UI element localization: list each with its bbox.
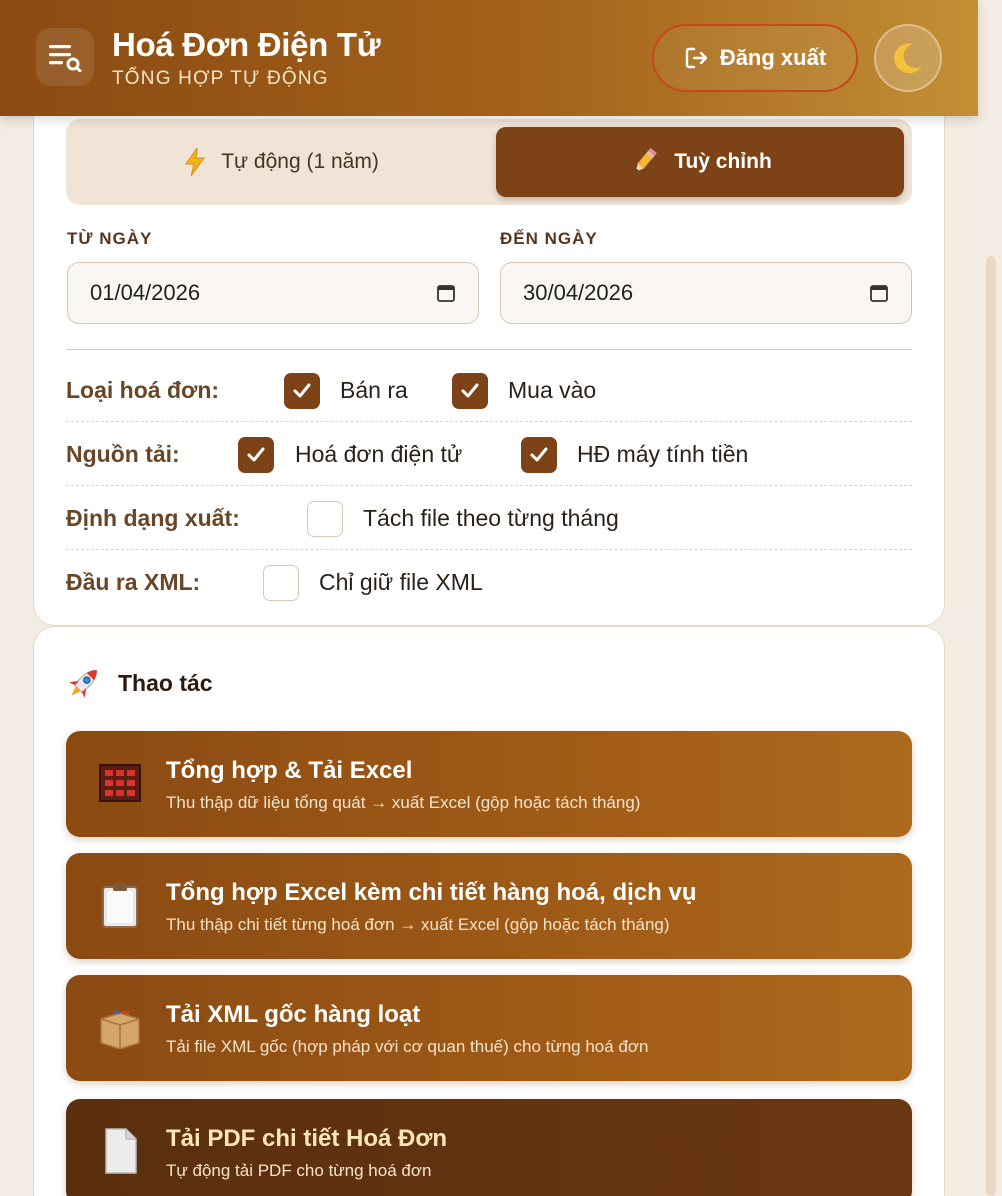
calendar-icon[interactable]	[436, 283, 456, 303]
action-description: Thu thập dữ liệu tổng quát → xuất Excel …	[166, 793, 641, 812]
logout-label: Đăng xuất	[719, 45, 827, 70]
clipboard-icon	[102, 883, 138, 928]
check-icon	[247, 447, 265, 462]
section-divider	[66, 349, 912, 350]
checkbox-sales-label[interactable]: Bán ra	[340, 377, 408, 404]
checkbox-cash-register[interactable]	[521, 437, 557, 473]
source-row: Nguồn tải:	[66, 429, 180, 479]
action-title: Tải PDF chi tiết Hoá Đơn	[166, 1125, 448, 1152]
xml-output-row: Đầu ra XML:	[66, 557, 200, 607]
export-format-label: Định dạng xuất:	[66, 504, 240, 531]
summary-excel-button[interactable]: Tổng hợp & Tải Excel Thu thập dữ liệu tổ…	[66, 731, 912, 837]
to-date-label: ĐẾN NGÀY	[500, 229, 598, 248]
package-icon	[100, 1011, 140, 1050]
logout-button[interactable]: Đăng xuất	[652, 24, 858, 92]
logout-icon	[685, 47, 708, 69]
invoice-type-row: Loại hoá đơn:	[66, 365, 219, 415]
download-pdf-button[interactable]: Tải PDF chi tiết Hoá Đơn Tự động tải PDF…	[66, 1099, 912, 1196]
moon-icon	[894, 43, 922, 74]
rocket-icon	[69, 669, 98, 698]
abacus-icon	[99, 764, 141, 802]
title-block: Hoá Đơn Điện Tử TỔNG HỢP TỰ ĐỘNG	[112, 26, 381, 90]
detail-excel-button[interactable]: Tổng hợp Excel kèm chi tiết hàng hoá, dị…	[66, 853, 912, 959]
download-xml-button[interactable]: Tải XML gốc hàng loạt Tải file XML gốc (…	[66, 975, 912, 1081]
xml-output-label: Đầu ra XML:	[66, 568, 201, 595]
checkbox-cash-register-label[interactable]: HĐ máy tính tiền	[577, 441, 748, 468]
calendar-icon[interactable]	[869, 283, 889, 303]
checkbox-purchase-label[interactable]: Mua vào	[508, 377, 596, 404]
scrollbar-thumb[interactable]	[986, 256, 996, 1196]
export-format-row: Định dạng xuất:	[66, 493, 240, 543]
mode-toggle: Tự động (1 năm) Tuỳ chỉnh	[66, 119, 912, 205]
actions-section-title: Thao tác	[64, 663, 213, 703]
action-description: Tải file XML gốc (hợp pháp với cơ quan t…	[166, 1037, 649, 1056]
row-divider	[66, 549, 912, 550]
action-description: Thu thập chi tiết từng hoá đơn → xuất Ex…	[166, 915, 670, 934]
action-description: Tự động tải PDF cho từng hoá đơn	[166, 1161, 432, 1180]
checkbox-e-invoice[interactable]	[238, 437, 274, 473]
pencil-icon	[635, 147, 657, 172]
source-label: Nguồn tải:	[66, 440, 180, 467]
checkbox-xml-only-label[interactable]: Chỉ giữ file XML	[319, 569, 483, 596]
actions-card: Thao tác Tổng hợp & Tải Excel Thu thập d…	[33, 626, 945, 1196]
row-divider	[66, 485, 912, 486]
invoice-type-label: Loại hoá đơn:	[66, 376, 220, 403]
checkbox-split-monthly-label[interactable]: Tách file theo từng tháng	[363, 505, 619, 532]
filter-card: Tự động (1 năm) Tuỳ chỉnh TỪ NGÀY ĐẾN NG…	[33, 96, 945, 626]
tab-auto[interactable]: Tự động (1 năm)	[74, 127, 488, 197]
action-title: Tải XML gốc hàng loạt	[166, 1001, 421, 1028]
checkbox-purchase[interactable]	[452, 373, 488, 409]
action-title: Tổng hợp Excel kèm chi tiết hàng hoá, dị…	[166, 879, 697, 906]
check-icon	[530, 447, 548, 462]
from-date-label: TỪ NGÀY	[67, 229, 153, 248]
app-header: Hoá Đơn Điện Tử TỔNG HỢP TỰ ĐỘNG Đăng xu…	[0, 0, 978, 116]
checkbox-e-invoice-label[interactable]: Hoá đơn điện tử	[295, 441, 462, 468]
check-icon	[461, 383, 479, 398]
theme-toggle-button[interactable]	[874, 24, 942, 92]
row-divider	[66, 421, 912, 422]
check-icon	[293, 383, 311, 398]
to-date-input[interactable]: 30/04/2026	[500, 262, 912, 324]
menu-filter-icon[interactable]	[36, 28, 94, 86]
action-title: Tổng hợp & Tải Excel	[166, 757, 413, 784]
checkbox-sales[interactable]	[284, 373, 320, 409]
checkbox-xml-only[interactable]	[263, 565, 299, 601]
app-subtitle: TỔNG HỢP TỰ ĐỘNG	[112, 68, 329, 89]
document-icon	[105, 1128, 137, 1174]
from-date-input[interactable]: 01/04/2026	[67, 262, 479, 324]
tab-custom[interactable]: Tuỳ chỉnh	[496, 127, 904, 197]
checkbox-split-monthly[interactable]	[307, 501, 343, 537]
app-title: Hoá Đơn Điện Tử	[112, 26, 381, 63]
lightning-icon	[185, 147, 206, 177]
